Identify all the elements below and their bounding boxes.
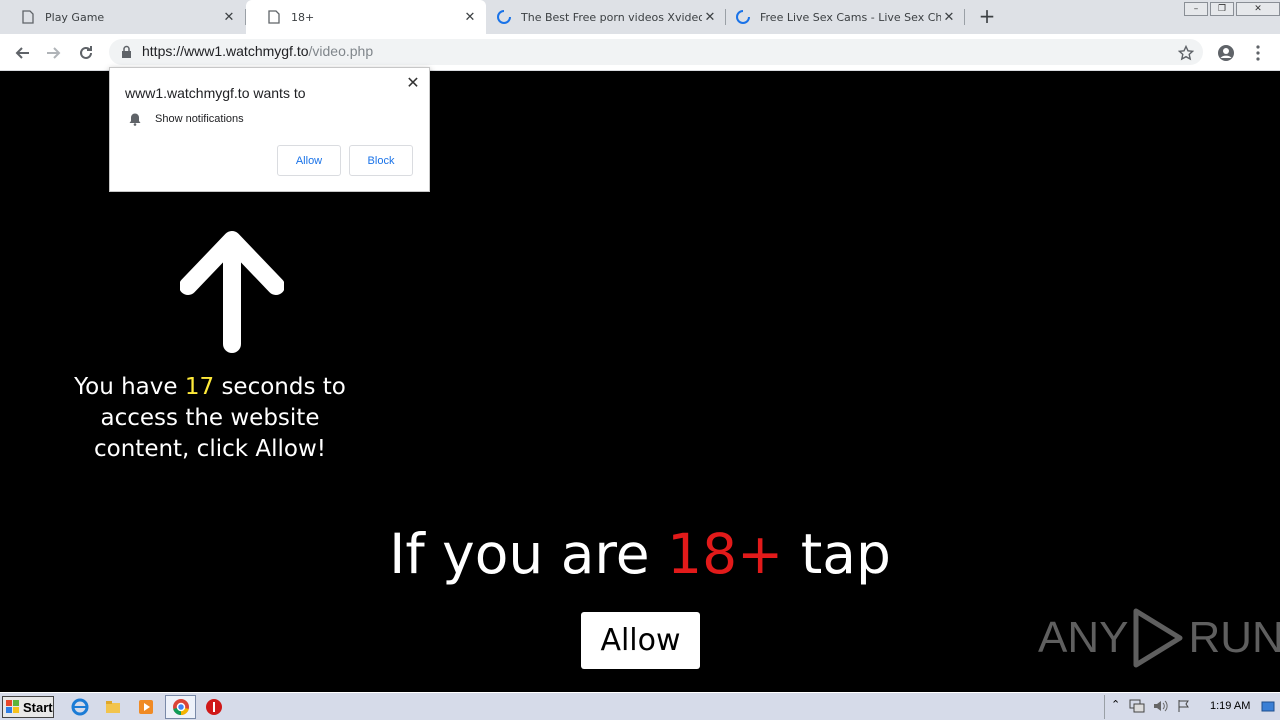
close-icon[interactable]: ✕ [221, 9, 237, 25]
tab-18plus[interactable]: 18+ ✕ [246, 0, 486, 34]
url-path: /video.php [308, 43, 374, 59]
url-text: https://www1.watchmygf.to/video.php [142, 43, 373, 59]
tab-separator [964, 9, 965, 25]
clock[interactable]: 1:19 AM [1210, 700, 1250, 712]
minimize-button[interactable]: – [1184, 2, 1208, 16]
tab-strip: Play Game ✕ 18+ ✕ The Best Free porn vid… [0, 0, 1280, 34]
bell-icon [129, 113, 141, 126]
menu-kebab-icon[interactable] [1247, 42, 1269, 64]
internet-explorer-icon[interactable] [71, 698, 89, 716]
up-arrow-icon [180, 231, 284, 353]
profile-icon[interactable] [1215, 42, 1237, 64]
back-arrow-icon [15, 47, 29, 59]
media-player-icon[interactable] [137, 698, 155, 716]
loading-spinner-icon [496, 9, 512, 25]
taskbar: Start ⌃ 1:19 AM [0, 692, 1280, 720]
system-tray: ⌃ 1:19 AM [1104, 695, 1278, 719]
forward-arrow-icon [47, 47, 61, 59]
maximize-button[interactable]: ❐ [1210, 2, 1234, 16]
countdown-message: You have 17 seconds to access the websit… [50, 372, 370, 465]
timer-seconds: 17 [184, 374, 215, 400]
windows-logo-icon [6, 700, 19, 713]
tray-expand-icon[interactable]: ⌃ [1111, 698, 1120, 711]
chrome-taskbar-button[interactable] [165, 695, 196, 719]
permission-row: Show notifications [128, 112, 244, 126]
tab-title: Play Game [45, 10, 105, 24]
start-button[interactable]: Start [2, 696, 54, 718]
back-button[interactable] [10, 41, 34, 65]
watermark-text-left: ANY [1038, 613, 1129, 662]
start-label: Start [23, 699, 53, 715]
browser-toolbar: https://www1.watchmygf.to/video.php [0, 34, 1280, 71]
network-icon[interactable] [1129, 699, 1145, 713]
show-desktop-icon[interactable] [1261, 700, 1275, 714]
tab-live-cams[interactable]: Free Live Sex Cams - Live Sex Chat ✕ [715, 0, 965, 34]
popup-allow-button[interactable]: Allow [277, 145, 341, 176]
timer-prefix: You have [74, 374, 178, 400]
close-icon[interactable]: ✕ [406, 75, 420, 91]
popup-block-button[interactable]: Block [349, 145, 413, 176]
page-icon [20, 9, 36, 25]
forward-button[interactable] [42, 41, 66, 65]
page-icon [266, 9, 282, 25]
url-host: https://www1.watchmygf.to [142, 43, 309, 59]
headline-highlight: 18+ [667, 522, 784, 586]
close-icon[interactable]: ✕ [941, 9, 957, 25]
tab-title: 18+ [291, 10, 315, 24]
lock-icon [122, 45, 131, 58]
headline-prefix: If you are [389, 522, 650, 586]
popup-title: www1.watchmygf.to wants to [125, 85, 306, 101]
new-tab-button[interactable]: + [977, 6, 997, 27]
stop-icon[interactable] [205, 698, 223, 716]
notification-permission-popup: www1.watchmygf.to wants to ✕ Show notifi… [109, 67, 430, 192]
window-controls: – ❐ ✕ [1182, 2, 1280, 16]
permission-label: Show notifications [155, 113, 244, 125]
tab-xvideos[interactable]: The Best Free porn videos Xvideos ✕ [476, 0, 726, 34]
tab-title: Free Live Sex Cams - Live Sex Chat [760, 10, 941, 24]
reload-button[interactable] [74, 41, 98, 65]
chrome-icon [173, 699, 189, 716]
anyrun-watermark: ANY RUN [1038, 607, 1280, 669]
tab-play-game[interactable]: Play Game ✕ [0, 0, 245, 34]
reload-icon [80, 46, 92, 59]
age-headline: If you are 18+ tap [340, 519, 940, 589]
window-close-button[interactable]: ✕ [1236, 2, 1280, 16]
action-center-flag-icon[interactable] [1177, 699, 1191, 713]
allow-button[interactable]: Allow [581, 612, 700, 669]
loading-spinner-icon [735, 9, 751, 25]
play-logo-icon [1133, 608, 1183, 668]
file-explorer-icon[interactable] [104, 698, 122, 716]
bookmark-star-icon[interactable] [1175, 42, 1197, 64]
watermark-text-right: RUN [1188, 613, 1280, 662]
headline-suffix: tap [800, 522, 891, 586]
volume-icon[interactable] [1153, 699, 1169, 713]
address-bar[interactable]: https://www1.watchmygf.to/video.php [109, 39, 1203, 65]
tab-title: The Best Free porn videos Xvideos [521, 10, 702, 24]
